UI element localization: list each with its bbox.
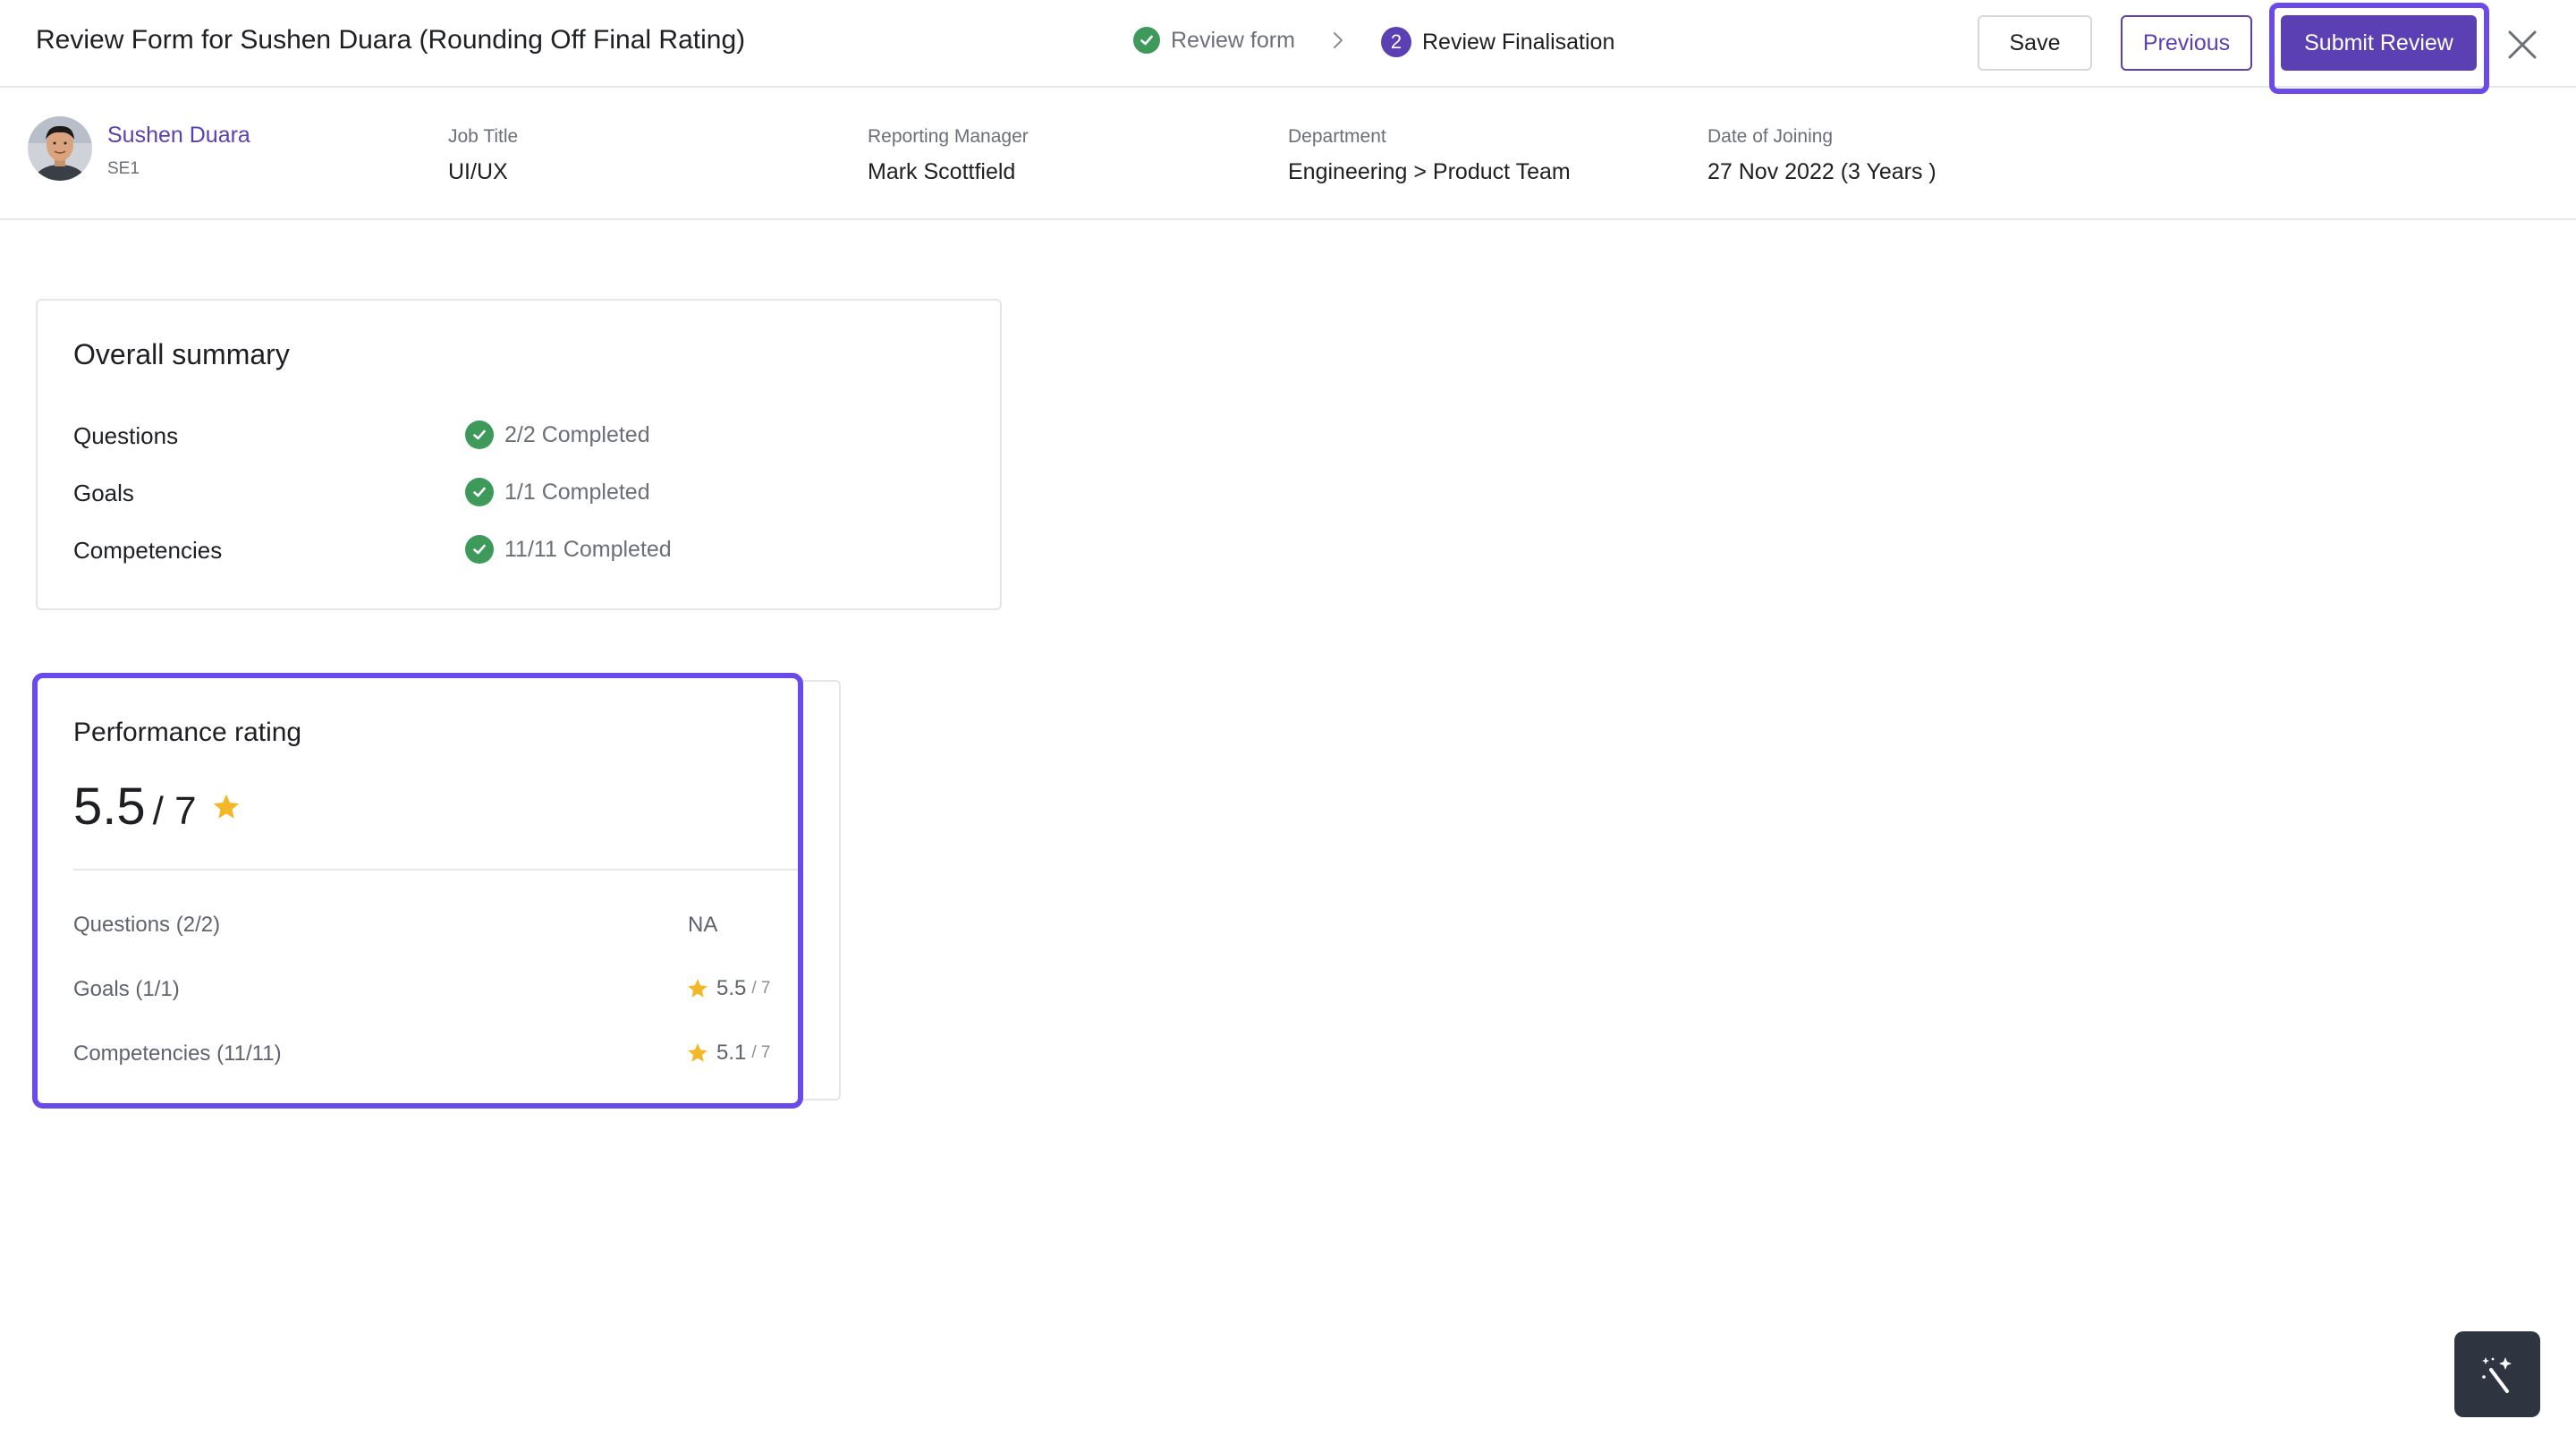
reporting-manager-label: Reporting Manager [868,126,1029,147]
department-label: Department [1288,126,1386,147]
reporting-manager-value: Mark Scottfield [868,159,1016,184]
job-title-value: UI/UX [448,159,508,184]
save-button[interactable]: Save [1978,15,2092,71]
rating-competencies-label: Competencies (11/11) [73,1041,282,1066]
rating-max-text: / 7 [751,979,771,998]
summary-competencies-label: Competencies [73,537,223,564]
rating-goals-value: 5.5 / 7 [686,976,771,1001]
date-of-joining-value: 27 Nov 2022 (3 Years ) [1707,159,1936,184]
chevron-right-icon [1334,32,1343,48]
page-title: Review Form for Sushen Duara (Rounding O… [36,25,746,55]
star-icon [688,1043,708,1062]
magic-wand-icon [2482,1357,2512,1393]
check-circle-icon [465,535,494,564]
step-review-form[interactable]: Review form [1133,27,1295,54]
step-review-finalisation[interactable]: 2 Review Finalisation [1381,27,1614,57]
employee-code: SE1 [107,159,140,178]
employee-name-link[interactable]: Sushen Duara [107,123,250,149]
summary-questions-label: Questions [73,422,179,449]
employee-info-bar [0,88,2576,220]
status-text: 11/11 Completed [504,536,672,562]
step-label: Review Finalisation [1422,29,1615,55]
overall-rating-value: 5.5 [73,777,146,836]
rating-value-text: NA [688,913,718,937]
previous-button[interactable]: Previous [2121,15,2252,71]
summary-questions-status: 2/2 Completed [465,421,650,449]
overall-summary-title: Overall summary [73,338,290,370]
rating-value-text: 5.5 [716,976,747,1000]
rating-max-text: / 7 [751,1043,771,1062]
step-label: Review form [1171,27,1295,53]
close-icon[interactable] [2504,27,2540,63]
status-text: 1/1 Completed [504,479,650,505]
check-circle-icon [1133,27,1160,54]
step-number-badge: 2 [1381,27,1411,57]
submit-review-button[interactable]: Submit Review [2281,15,2477,71]
rating-value-text: 5.1 [716,1041,747,1065]
status-text: 2/2 Completed [504,421,650,447]
check-circle-icon [465,478,494,506]
job-title-label: Job Title [448,126,519,147]
overall-rating: 5.5 / 7 [73,777,242,837]
summary-goals-status: 1/1 Completed [465,478,650,506]
magic-assist-button[interactable] [2454,1331,2540,1417]
performance-rating-title: Performance rating [73,718,302,747]
star-icon [213,794,239,819]
star-icon [688,979,708,998]
summary-goals-label: Goals [73,480,134,506]
rating-divider [73,869,798,871]
check-circle-icon [465,421,494,449]
summary-competencies-status: 11/11 Completed [465,535,672,564]
rating-goals-label: Goals (1/1) [73,977,180,1001]
overall-rating-max: / 7 [152,789,197,833]
rating-questions-value: NA [688,913,717,938]
avatar [28,116,92,181]
department-value: Engineering > Product Team [1288,159,1571,184]
rating-competencies-value: 5.1 / 7 [686,1041,771,1066]
rating-questions-label: Questions (2/2) [73,913,221,937]
date-of-joining-label: Date of Joining [1707,126,1834,147]
